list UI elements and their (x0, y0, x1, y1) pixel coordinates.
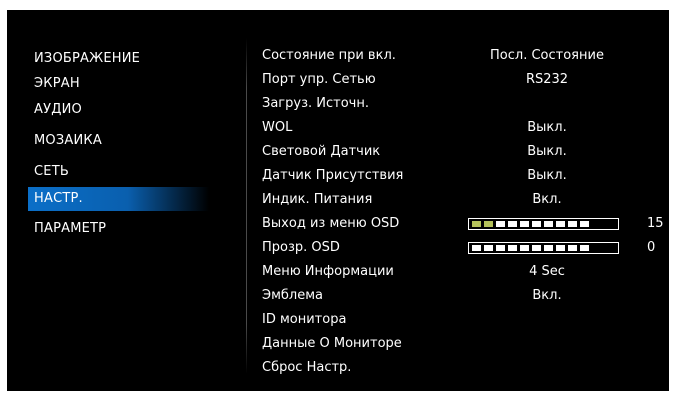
setting-label-monitor-info[interactable]: Данные О Мониторе (262, 332, 402, 356)
sidebar-item-tiling[interactable]: МОЗАИКА (34, 129, 102, 153)
sidebar-item-network[interactable]: СЕТЬ (34, 160, 69, 184)
sidebar-item-audio[interactable]: АУДИО (34, 98, 82, 122)
slider-segment (520, 245, 529, 251)
setting-value-logo: Вкл. (532, 288, 562, 303)
setting-value-light-sensor: Выкл. (527, 144, 567, 159)
slider-segment-lit (484, 221, 493, 227)
slider-segment (544, 245, 553, 251)
slider-segment (568, 245, 577, 251)
slider-segment (508, 245, 517, 251)
slider-segment (556, 245, 565, 251)
setting-value-power-led: Вкл. (532, 192, 562, 207)
osd-timeout-slider[interactable] (468, 218, 619, 230)
osd-menu-panel: ИЗОБРАЖЕНИЕ ЭКРАН АУДИО МОЗАИКА СЕТЬ НАС… (7, 10, 669, 391)
slider-segment (556, 221, 565, 227)
setting-value-control-port: RS232 (525, 72, 569, 87)
slider-segment (532, 245, 541, 251)
setting-label-presence-sensor[interactable]: Датчик Присутствия (262, 164, 403, 188)
setting-label-info-osd[interactable]: Меню Информации (262, 260, 394, 284)
slider-segment (568, 221, 577, 227)
setting-label-light-sensor[interactable]: Световой Датчик (262, 140, 380, 164)
sidebar-item-advanced[interactable]: ПАРАМЕТР (34, 217, 106, 241)
category-sidebar: ИЗОБРАЖЕНИЕ ЭКРАН АУДИО МОЗАИКА СЕТЬ НАС… (7, 10, 245, 391)
setting-label-boot-source[interactable]: Загруз. Источн. (262, 92, 369, 116)
osd-transparency-slider[interactable] (468, 242, 619, 254)
setting-value-presence-sensor: Выкл. (527, 168, 567, 183)
column-divider (246, 38, 247, 374)
osd-timeout-value: 15 (647, 216, 664, 231)
slider-segment (580, 221, 589, 227)
sidebar-item-screen[interactable]: ЭКРАН (34, 72, 80, 96)
slider-segment (472, 245, 481, 251)
slider-segment (484, 245, 493, 251)
setting-value-wol: Выкл. (527, 120, 567, 135)
slider-segment (496, 245, 505, 251)
setting-label-reset-settings[interactable]: Сброс Настр. (262, 356, 351, 380)
setting-label-control-port[interactable]: Порт упр. Сетью (262, 68, 376, 92)
setting-label-wol[interactable]: WOL (262, 116, 292, 140)
setting-label-power-on-state[interactable]: Состояние при вкл. (262, 44, 396, 68)
slider-segment (544, 221, 553, 227)
slider-segment (532, 221, 541, 227)
slider-segment (520, 221, 529, 227)
slider-segment (508, 221, 517, 227)
setting-label-logo[interactable]: Эмблема (262, 284, 323, 308)
slider-segment (580, 245, 589, 251)
setting-label-monitor-id[interactable]: ID монитора (262, 308, 346, 332)
setting-label-power-led[interactable]: Индик. Питания (262, 188, 372, 212)
setting-value-info-osd: 4 Sec (529, 264, 565, 279)
setting-value-power-on-state: Посл. Состояние (490, 48, 604, 63)
setting-label-osd-transparency[interactable]: Прозр. OSD (262, 236, 340, 260)
sidebar-item-settings[interactable]: НАСТР. (28, 187, 209, 211)
slider-segment-lit (472, 221, 481, 227)
slider-segment (496, 221, 505, 227)
setting-label-osd-timeout[interactable]: Выход из меню OSD (262, 212, 399, 236)
osd-transparency-value: 0 (647, 240, 656, 255)
sidebar-item-picture[interactable]: ИЗОБРАЖЕНИЕ (34, 47, 140, 71)
